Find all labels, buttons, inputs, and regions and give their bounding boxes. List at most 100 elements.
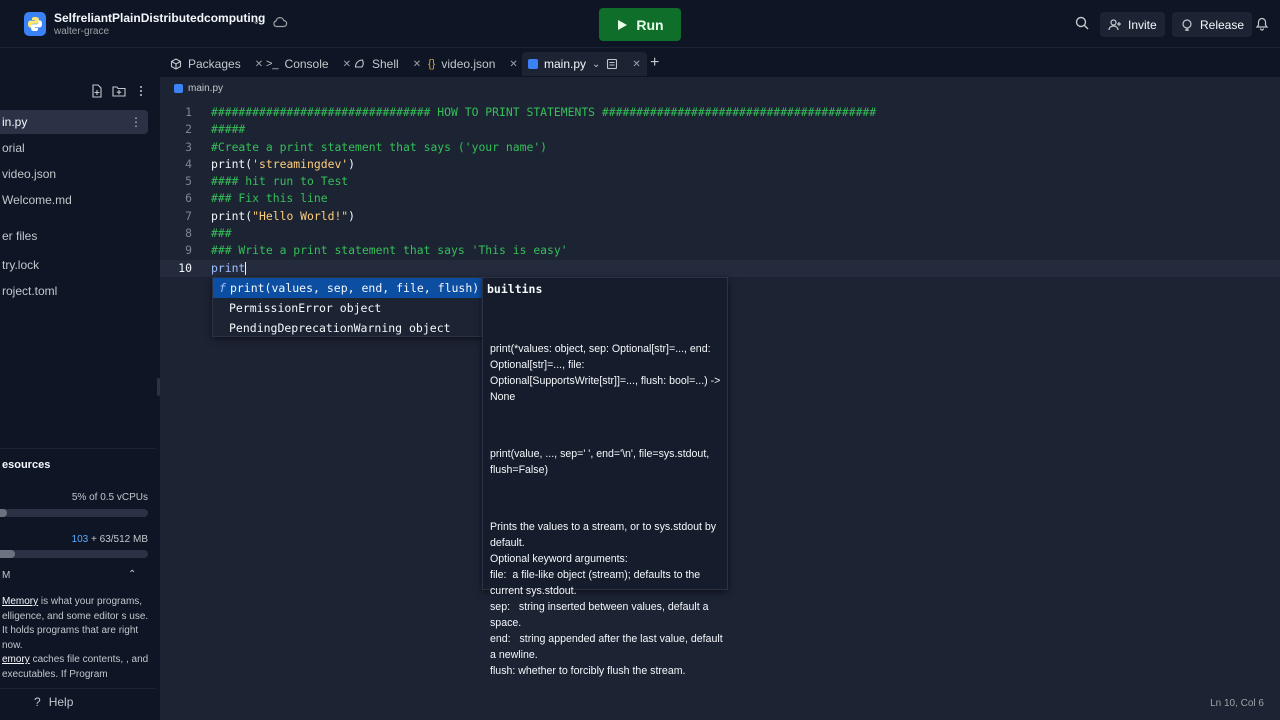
code-token: "Hello World!" [252, 208, 349, 223]
code-token: ) [348, 156, 356, 171]
memory-link[interactable]: emory [2, 654, 30, 665]
run-label: Run [636, 16, 664, 33]
autocomplete-item[interactable]: PermissionError object [213, 298, 483, 318]
file-label: video.json [2, 167, 57, 181]
sidebar-file-pyproject-toml[interactable]: roject.toml [0, 279, 148, 303]
line-number: 9 [185, 243, 192, 258]
code-line[interactable]: 2 ##### [160, 121, 1280, 138]
split-view-icon[interactable] [606, 58, 618, 70]
tab-main-py[interactable]: main.py ⌄ ✕ [522, 52, 647, 76]
file-tools [90, 84, 148, 98]
doc-signature-short: print(value, ..., sep=' ', end='\n', fil… [490, 448, 713, 476]
chevron-down-icon[interactable]: ⌄ [252, 16, 260, 27]
release-icon [1182, 18, 1192, 31]
code-line[interactable]: 7 print("Hello World!") [160, 208, 1280, 225]
line-number: 5 [185, 174, 192, 189]
code-area[interactable]: 1 ################################ HOW TO… [160, 104, 1280, 277]
add-tab-icon[interactable]: + [650, 54, 659, 72]
code-line[interactable]: 5 #### hit run to Test [160, 173, 1280, 190]
resources-title: esources [2, 459, 51, 471]
doc-title: builtins [487, 282, 543, 296]
tab-label: Packages [188, 57, 241, 71]
line-number: 4 [185, 156, 192, 171]
line-number: 6 [185, 191, 192, 206]
cpu-usage-label: 5% of 0.5 vCPUs [71, 492, 148, 503]
line-number: 3 [185, 139, 192, 154]
python-icon [528, 59, 538, 69]
tab-bar: Packages ✕ >_ Console ✕ Shell ✕ {} video… [160, 48, 1280, 78]
sidebar-file-video-json[interactable]: video.json [0, 162, 148, 186]
line-text: print("Hello World!") [211, 208, 355, 225]
code-token: ) [348, 208, 356, 223]
sidebar-config-files[interactable]: er files [0, 224, 148, 248]
line-number: 8 [185, 226, 192, 241]
tab-video-json[interactable]: {} video.json ✕ [422, 52, 524, 76]
code-line[interactable]: 9 ### Write a print statement that says '… [160, 242, 1280, 259]
tab-shell[interactable]: Shell ✕ [348, 52, 427, 76]
tab-packages[interactable]: Packages ✕ [164, 52, 269, 76]
bell-icon[interactable] [1255, 15, 1269, 36]
code-line[interactable]: 1 ################################ HOW TO… [160, 104, 1280, 121]
autocomplete-label: PermissionError object [229, 301, 382, 315]
tab-console[interactable]: >_ Console ✕ [260, 52, 357, 76]
release-button[interactable]: Release [1172, 12, 1253, 37]
line-text: ################################ HOW TO … [211, 105, 877, 119]
documentation-popup: builtins print(*values: object, sep: Opt… [482, 277, 728, 677]
sidebar-file-poetry-lock[interactable]: try.lock [0, 253, 148, 277]
line-text: print('streamingdev') [211, 156, 355, 173]
line-text: ##### [211, 122, 246, 137]
package-icon [170, 58, 182, 70]
repl-owner[interactable]: walter-grace [54, 26, 109, 37]
chevron-up-icon[interactable]: ⌃ [128, 569, 136, 580]
shell-icon [354, 59, 364, 68]
invite-label: Invite [1128, 17, 1157, 32]
code-token: print [211, 260, 246, 275]
autocomplete-label: print(values, sep, end, file, flush) [229, 281, 480, 295]
code-line[interactable]: 6 ### Fix this line [160, 190, 1280, 207]
invite-button[interactable]: Invite [1100, 12, 1165, 37]
close-icon[interactable]: ✕ [509, 59, 517, 70]
new-folder-icon[interactable] [112, 84, 126, 98]
file-label: roject.toml [2, 284, 58, 298]
breadcrumb-file[interactable]: main.py [188, 83, 223, 94]
add-user-icon [1108, 18, 1121, 30]
top-bar: SelfreliantPlainDistributedcomputing wal… [0, 0, 1280, 48]
cpu-usage-bar [0, 509, 148, 517]
search-icon[interactable] [1074, 15, 1090, 36]
code-token: print( [211, 156, 253, 171]
autocomplete-label: PendingDeprecationWarning object [229, 321, 451, 335]
tab-label: main.py [544, 57, 587, 71]
autocomplete-item[interactable]: f print(values, sep, end, file, flush) [213, 278, 483, 298]
autocomplete-item[interactable]: PendingDeprecationWarning object [213, 318, 483, 338]
code-line[interactable]: 4 print('streamingdev') [160, 156, 1280, 173]
ram-usage-label: 103 + 63/512 MB [72, 534, 148, 545]
line-text: #### hit run to Test [211, 174, 349, 189]
more-options-icon[interactable]: ⋮ [130, 115, 142, 129]
memory-link[interactable]: Memory [2, 596, 38, 607]
new-file-icon[interactable] [90, 84, 104, 98]
sidebar-folder-tutorial[interactable]: orial [0, 136, 148, 160]
line-text: #Create a print statement that says ('yo… [211, 139, 548, 154]
tab-label: Console [284, 57, 329, 71]
cpu-usage-fill [0, 509, 8, 517]
release-label: Release [1200, 17, 1245, 32]
doc-body: print(*values: object, sep: Optional[str… [490, 309, 726, 720]
json-icon: {} [428, 58, 436, 70]
line-text: ### [211, 226, 232, 241]
run-button[interactable]: Run [599, 8, 681, 41]
sidebar-file-welcome-md[interactable]: Welcome.md [0, 188, 148, 212]
line-number: 2 [185, 122, 192, 137]
chevron-down-icon[interactable]: ⌄ [592, 59, 600, 70]
line-text: print [211, 260, 247, 277]
file-label: orial [2, 141, 25, 155]
code-line[interactable]: 3 #Create a print statement that says ('y… [160, 139, 1280, 156]
close-icon[interactable]: ✕ [413, 59, 421, 70]
close-icon[interactable]: ✕ [632, 59, 640, 70]
repl-name[interactable]: SelfreliantPlainDistributedcomputing [54, 11, 265, 25]
more-options-icon[interactable] [134, 84, 148, 98]
help-button[interactable]: ? Help [0, 688, 156, 716]
sidebar-file-main-py[interactable]: in.py ⋮ [0, 110, 148, 134]
code-line[interactable]: 8 ### [160, 225, 1280, 242]
code-line-current[interactable]: 10 print [160, 259, 1280, 277]
ram-description: Memory is what your programs, elligence,… [2, 595, 152, 682]
